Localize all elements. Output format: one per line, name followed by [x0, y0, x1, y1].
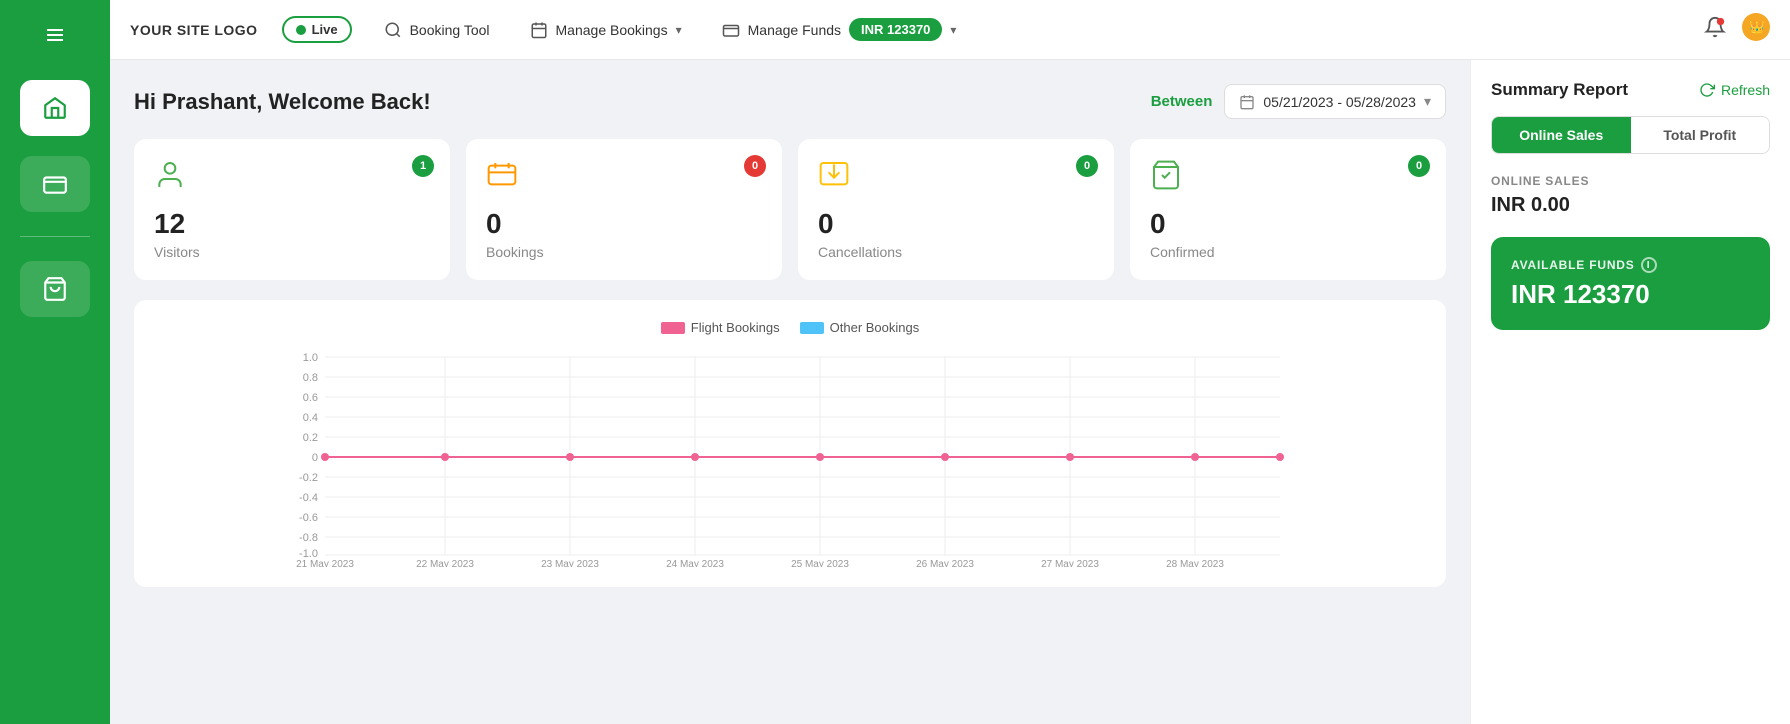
manage-bookings-arrow: ▾: [676, 23, 682, 37]
stat-card-visitors: 1 12 Visitors: [134, 139, 450, 280]
chart-legend: Flight Bookings Other Bookings: [154, 320, 1426, 335]
legend-flight: Flight Bookings: [661, 320, 780, 335]
chart-svg: 1.0 0.8 0.6 0.4 0.2 0 -0.2 -0.4 -0.6 -0.…: [154, 347, 1426, 567]
site-logo: YOUR SITE LOGO: [130, 22, 258, 38]
svg-text:0.6: 0.6: [303, 392, 318, 404]
svg-text:0.4: 0.4: [303, 412, 318, 424]
live-badge[interactable]: Live: [282, 16, 352, 43]
funds-badge[interactable]: INR 123370: [849, 18, 942, 41]
visitors-label: Visitors: [154, 244, 430, 260]
refresh-label: Refresh: [1721, 82, 1770, 98]
dash-header: Hi Prashant, Welcome Back! Between 05/21…: [134, 84, 1446, 119]
visitors-value: 12: [154, 208, 430, 240]
booking-tool-label: Booking Tool: [410, 22, 490, 38]
manage-funds-label: Manage Funds: [748, 22, 841, 38]
bookings-badge: 0: [744, 155, 766, 177]
confirmed-icon: [1150, 159, 1426, 196]
visitors-icon: [154, 159, 430, 196]
live-dot: [296, 25, 306, 35]
stat-card-confirmed: 0 0 Confirmed: [1130, 139, 1446, 280]
cancellations-icon: [818, 159, 1094, 196]
bookings-icon: [486, 159, 762, 196]
dashboard-main: Hi Prashant, Welcome Back! Between 05/21…: [110, 60, 1470, 724]
svg-text:👑: 👑: [1749, 19, 1765, 34]
svg-text:25 May 2023: 25 May 2023: [791, 559, 849, 567]
svg-text:0: 0: [312, 452, 318, 464]
svg-text:28 May 2023: 28 May 2023: [1166, 559, 1224, 567]
cancellations-label: Cancellations: [818, 244, 1094, 260]
stat-card-cancellations: 0 0 Cancellations: [798, 139, 1114, 280]
stat-card-bookings: 0 0 Bookings: [466, 139, 782, 280]
svg-text:26 May 2023: 26 May 2023: [916, 559, 974, 567]
sidebar-item-wallet[interactable]: [20, 156, 90, 212]
date-range-value: 05/21/2023 - 05/28/2023: [1263, 94, 1416, 110]
legend-other-label: Other Bookings: [830, 320, 920, 335]
tab-total-profit[interactable]: Total Profit: [1631, 117, 1770, 153]
confirmed-label: Confirmed: [1150, 244, 1426, 260]
svg-text:1.0: 1.0: [303, 352, 318, 364]
sidebar: [0, 0, 110, 724]
svg-text:-0.8: -0.8: [299, 532, 318, 544]
date-range-picker[interactable]: 05/21/2023 - 05/28/2023 ▾: [1224, 84, 1446, 119]
svg-text:23 May 2023: 23 May 2023: [541, 559, 599, 567]
funds-arrow: ▾: [950, 23, 956, 37]
welcome-text: Hi Prashant, Welcome Back!: [134, 89, 431, 115]
legend-other-color: [800, 322, 824, 334]
main-area: YOUR SITE LOGO Live Booking Tool Manage …: [110, 0, 1790, 724]
confirmed-badge: 0: [1408, 155, 1430, 177]
cancellations-badge: 0: [1076, 155, 1098, 177]
cancellations-value: 0: [818, 208, 1094, 240]
svg-text:-0.6: -0.6: [299, 512, 318, 524]
available-funds-label: AVAILABLE FUNDS i: [1511, 257, 1750, 273]
stats-cards: 1 12 Visitors 0 0: [134, 139, 1446, 280]
svg-text:-0.4: -0.4: [299, 492, 318, 504]
svg-text:24 May 2023: 24 May 2023: [666, 559, 724, 567]
svg-text:22 May 2023: 22 May 2023: [416, 559, 474, 567]
svg-text:-0.2: -0.2: [299, 472, 318, 484]
manage-funds-nav[interactable]: Manage Funds INR 123370 ▾: [714, 14, 965, 45]
live-label: Live: [312, 22, 338, 37]
booking-tool-nav[interactable]: Booking Tool: [376, 17, 498, 43]
tab-online-sales[interactable]: Online Sales: [1492, 117, 1631, 153]
sidebar-item-shopping[interactable]: [20, 261, 90, 317]
nav-icons: 👑: [1704, 13, 1770, 47]
right-panel: Summary Report Refresh Online Sales Tota…: [1470, 60, 1790, 724]
content-area: Hi Prashant, Welcome Back! Between 05/21…: [110, 60, 1790, 724]
bookings-value: 0: [486, 208, 762, 240]
user-avatar[interactable]: 👑: [1742, 13, 1770, 47]
between-label: Between: [1151, 93, 1213, 110]
topnav: YOUR SITE LOGO Live Booking Tool Manage …: [110, 0, 1790, 60]
svg-text:0.8: 0.8: [303, 372, 318, 384]
manage-bookings-label: Manage Bookings: [556, 22, 668, 38]
visitors-badge: 1: [412, 155, 434, 177]
summary-title: Summary Report: [1491, 80, 1628, 100]
legend-other: Other Bookings: [800, 320, 920, 335]
svg-text:21 May 2023: 21 May 2023: [296, 559, 354, 567]
confirmed-value: 0: [1150, 208, 1426, 240]
manage-bookings-nav[interactable]: Manage Bookings ▾: [522, 17, 690, 43]
summary-tabs: Online Sales Total Profit: [1491, 116, 1770, 154]
available-funds-card: AVAILABLE FUNDS i INR 123370: [1491, 237, 1770, 330]
info-icon: i: [1641, 257, 1657, 273]
hamburger-menu[interactable]: [36, 16, 74, 60]
available-funds-value: INR 123370: [1511, 279, 1750, 310]
sidebar-divider: [20, 236, 90, 237]
bookings-label: Bookings: [486, 244, 762, 260]
notification-bell[interactable]: [1704, 16, 1726, 44]
online-sales-label: ONLINE SALES: [1491, 174, 1770, 188]
date-filter: Between 05/21/2023 - 05/28/2023 ▾: [1151, 84, 1446, 119]
date-range-arrow: ▾: [1424, 93, 1431, 110]
sidebar-item-home[interactable]: [20, 80, 90, 136]
refresh-button[interactable]: Refresh: [1699, 82, 1770, 98]
online-sales-value: INR 0.00: [1491, 194, 1770, 217]
chart-container: Flight Bookings Other Bookings 1.0 0.8 0…: [134, 300, 1446, 587]
legend-flight-color: [661, 322, 685, 334]
legend-flight-label: Flight Bookings: [691, 320, 780, 335]
svg-text:0.2: 0.2: [303, 432, 318, 444]
summary-header: Summary Report Refresh: [1491, 80, 1770, 100]
svg-text:27 May 2023: 27 May 2023: [1041, 559, 1099, 567]
